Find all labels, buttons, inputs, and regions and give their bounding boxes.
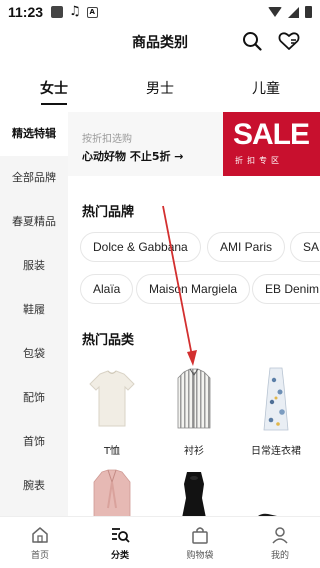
category-label: T恤 — [103, 446, 121, 457]
nav-label: 我的 — [270, 551, 289, 561]
signal-icon — [288, 6, 299, 18]
sidebar-item-all-brands[interactable]: 全部品牌 — [0, 156, 68, 200]
sidebar-item-spring-summer[interactable]: 春夏精品 — [0, 200, 68, 244]
sidebar-item-jewelry[interactable]: 首饰 — [0, 420, 68, 464]
brand-pill-eb-denim[interactable]: EB Denim — [252, 274, 320, 304]
square-icon — [51, 6, 64, 18]
main-content: 按折扣选购 心动好物 不止5折 → SALE 折扣专区 热门品牌 Dolce &… — [68, 112, 320, 516]
category-bodysuit[interactable] — [158, 468, 230, 516]
banner-title: 心动好物 不止5折 → — [82, 150, 184, 163]
heart-icon[interactable] — [278, 31, 300, 51]
home-icon — [32, 527, 48, 543]
black-bodysuit-image — [182, 472, 206, 516]
black-shoe-image — [258, 513, 277, 516]
sale-subtext: 折扣专区 — [235, 156, 283, 165]
gender-tabs: 女士 男士 儿童 — [0, 70, 320, 104]
brand-pill-sai[interactable]: SAI — [290, 232, 320, 262]
category-shirt[interactable]: 衬衫 — [158, 366, 230, 457]
nav-label: 购物袋 — [186, 551, 214, 561]
sidebar-item-watches[interactable]: 腕表 — [0, 464, 68, 508]
floral-dress-image — [263, 367, 289, 431]
banner-subtitle: 按折扣选购 — [82, 134, 132, 145]
sale-badge: SALE 折扣专区 — [223, 112, 320, 176]
category-sidebar: 精选特辑 全部品牌 春夏精品 服装 鞋履 包袋 配饰 首饰 腕表 — [0, 112, 68, 516]
tab-women[interactable]: 女士 — [24, 78, 84, 105]
brand-pill-alaia[interactable]: Alaïa — [80, 274, 134, 304]
sale-text: SALE — [233, 118, 310, 151]
wifi-icon — [268, 7, 282, 17]
category-daily-dress[interactable]: 日常连衣裙 — [240, 366, 312, 457]
nav-item-category[interactable]: 分类 — [80, 517, 160, 568]
page-title: 商品类别 — [132, 35, 188, 51]
category-blouse[interactable] — [76, 468, 148, 516]
striped-shirt-image — [177, 368, 211, 429]
brand-pill-dolce-gabbana[interactable]: Dolce & Gabbana — [80, 232, 201, 262]
status-time: 11:23 — [8, 4, 44, 20]
sidebar-item-bags[interactable]: 包袋 — [0, 332, 68, 376]
battery-icon — [305, 6, 312, 18]
a-box-icon: A — [86, 6, 98, 18]
nav-label: 首页 — [30, 551, 49, 561]
category-label: 衬衫 — [184, 446, 204, 457]
sidebar-item-clothing[interactable]: 服装 — [0, 244, 68, 288]
nav-item-home[interactable]: 首页 — [0, 517, 80, 568]
tab-men[interactable]: 男士 — [130, 78, 190, 98]
category-label: 日常连衣裙 — [251, 446, 301, 457]
status-bar: 11:23 ♫ A — [0, 0, 320, 24]
nav-label: 分类 — [110, 551, 129, 561]
category-shoes[interactable] — [240, 468, 312, 516]
tab-kids[interactable]: 儿童 — [236, 78, 296, 98]
nav-item-shopping-bag[interactable]: 购物袋 — [160, 517, 240, 568]
category-search-icon — [112, 528, 130, 543]
tshirt-image — [89, 370, 135, 427]
header: 商品类别 — [0, 24, 320, 60]
brand-pill-ami-paris[interactable]: AMI Paris — [207, 232, 286, 262]
shopping-bag-icon — [192, 527, 208, 544]
sidebar-item-featured[interactable]: 精选特辑 — [0, 112, 68, 156]
search-icon[interactable] — [242, 31, 262, 51]
user-icon — [272, 527, 288, 544]
sale-banner[interactable]: 按折扣选购 心动好物 不止5折 → SALE 折扣专区 — [68, 112, 320, 176]
music-note-icon: ♫ — [69, 4, 81, 19]
brand-pill-maison-margiela[interactable]: Maison Margiela — [136, 274, 251, 304]
pink-blouse-image — [93, 469, 131, 516]
bottom-navigation: 首页 分类 购物袋 我的 — [0, 516, 320, 568]
category-tshirt[interactable]: T恤 — [76, 366, 148, 457]
status-right — [268, 6, 312, 18]
hot-categories-title: 热门品类 — [82, 333, 135, 348]
sidebar-item-accessories[interactable]: 配饰 — [0, 376, 68, 420]
hot-brands-title: 热门品牌 — [82, 205, 135, 220]
nav-item-profile[interactable]: 我的 — [240, 517, 320, 568]
sidebar-item-shoes[interactable]: 鞋履 — [0, 288, 68, 332]
